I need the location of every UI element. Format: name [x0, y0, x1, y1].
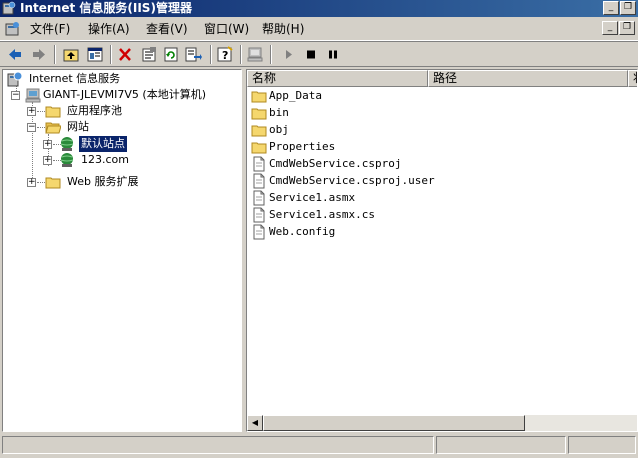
menu-window[interactable]: 窗口(W): [204, 22, 249, 36]
expand-toggle[interactable]: +: [43, 156, 52, 165]
menu-view[interactable]: 查看(V): [146, 22, 188, 36]
show-hide-tree-icon[interactable]: [86, 46, 104, 63]
child-minimize-button[interactable]: _: [602, 21, 618, 35]
folder-icon: [251, 142, 267, 154]
folder-icon: [251, 91, 267, 103]
open-folder-icon: [45, 122, 61, 134]
delete-icon[interactable]: [116, 46, 134, 63]
file-icon: [253, 224, 265, 240]
list-item-label: CmdWebService.csproj: [269, 157, 402, 170]
stop-icon[interactable]: [302, 46, 320, 63]
folder-icon: [45, 106, 61, 118]
tree-connector: [37, 182, 45, 183]
help-icon[interactable]: ?: [216, 46, 234, 63]
tree-label-websites: 网站: [67, 120, 89, 133]
folder-icon: [251, 125, 267, 137]
column-header-name[interactable]: 名称: [247, 70, 428, 87]
column-header-path[interactable]: 路径: [428, 70, 628, 87]
tree-pane[interactable]: Internet 信息服务 − GIANT-JLEVMI7V5 (本地计算机) …: [2, 69, 242, 432]
list-pane[interactable]: 名称 路径 状 App_Databin obj Properties CmdWebSe…: [246, 69, 638, 432]
list-item-label: Web.config: [269, 225, 336, 238]
scrollbar-thumb[interactable]: [263, 415, 525, 431]
expand-toggle[interactable]: +: [43, 140, 52, 149]
globe-site-icon: [60, 137, 74, 151]
minimize-button[interactable]: _: [603, 1, 619, 15]
back-arrow-icon[interactable]: [6, 46, 24, 63]
tree-label-default-site: 默认站点: [78, 135, 128, 153]
folder-icon: [45, 177, 61, 189]
tree-label-site-123: 123.com: [81, 153, 129, 166]
export-list-icon[interactable]: [184, 46, 202, 63]
list-item-label: obj: [269, 123, 289, 136]
svg-text:?: ?: [222, 49, 228, 62]
list-item-label: Properties: [269, 140, 336, 153]
expand-toggle[interactable]: +: [27, 107, 36, 116]
properties-icon[interactable]: [140, 46, 158, 63]
menu-bar: 文件(F) 操作(A) 查看(V) 窗口(W) 帮助(H) _ ❐: [0, 18, 638, 41]
tree-connector: [37, 127, 45, 128]
refresh-icon[interactable]: [162, 46, 180, 63]
tree-label-root: Internet 信息服务: [29, 72, 121, 85]
list-item-label: App_Data: [269, 89, 322, 102]
status-panel-2: [436, 436, 566, 454]
list-item-label: bin: [269, 106, 289, 119]
menu-action[interactable]: 操作(A): [88, 22, 130, 36]
pause-icon[interactable]: [324, 46, 342, 63]
iis-app-icon: [2, 1, 16, 15]
list-item-label: Service1.asmx: [269, 191, 356, 204]
toolbar-separator: [210, 45, 212, 64]
horizontal-scrollbar[interactable]: ◀: [247, 415, 637, 431]
forward-arrow-icon[interactable]: [30, 46, 48, 63]
tree-label-web-ext: Web 服务扩展: [67, 175, 139, 188]
toolbar: ?: [0, 41, 638, 67]
list-item-label: CmdWebService.csproj.user: [269, 174, 435, 187]
menu-help[interactable]: 帮助(H): [262, 22, 304, 36]
status-panel-3: [568, 436, 636, 454]
tree-connector: [37, 111, 45, 112]
status-bar: [0, 434, 638, 458]
toolbar-separator: [240, 45, 242, 64]
scroll-left-icon[interactable]: ◀: [247, 415, 263, 431]
toolbar-separator: [110, 45, 112, 64]
title-bar: Internet 信息服务(IIS)管理器 _ ❐: [0, 0, 638, 17]
tree-label-server: GIANT-JLEVMI7V5 (本地计算机): [43, 88, 206, 101]
toolbar-separator: [54, 45, 56, 64]
collapse-toggle[interactable]: −: [11, 91, 20, 100]
server-icon: [25, 88, 41, 103]
toolbar-separator: [270, 45, 272, 64]
column-header-status[interactable]: 状: [628, 70, 637, 87]
collapse-toggle[interactable]: −: [27, 123, 36, 132]
status-panel-main: [2, 436, 434, 454]
mmc-console-icon[interactable]: [4, 21, 20, 37]
folder-icon: [251, 108, 267, 120]
iis-root-icon: [7, 71, 23, 87]
list-item-label: Service1.asmx.cs: [269, 208, 375, 221]
file-icon: [253, 207, 265, 223]
child-restore-button[interactable]: ❐: [619, 21, 635, 35]
window-title: Internet 信息服务(IIS)管理器: [20, 1, 192, 15]
tree-label-app-pools: 应用程序池: [67, 104, 122, 117]
file-icon: [253, 173, 265, 189]
start-icon[interactable]: [280, 46, 298, 63]
globe-site-icon: [60, 153, 74, 167]
menu-file[interactable]: 文件(F): [30, 22, 70, 36]
file-icon: [253, 190, 265, 206]
computer-icon[interactable]: [246, 46, 264, 63]
up-level-icon[interactable]: [62, 46, 80, 63]
file-icon: [253, 156, 265, 172]
expand-toggle[interactable]: +: [27, 178, 36, 187]
maximize-button[interactable]: ❐: [620, 1, 636, 15]
